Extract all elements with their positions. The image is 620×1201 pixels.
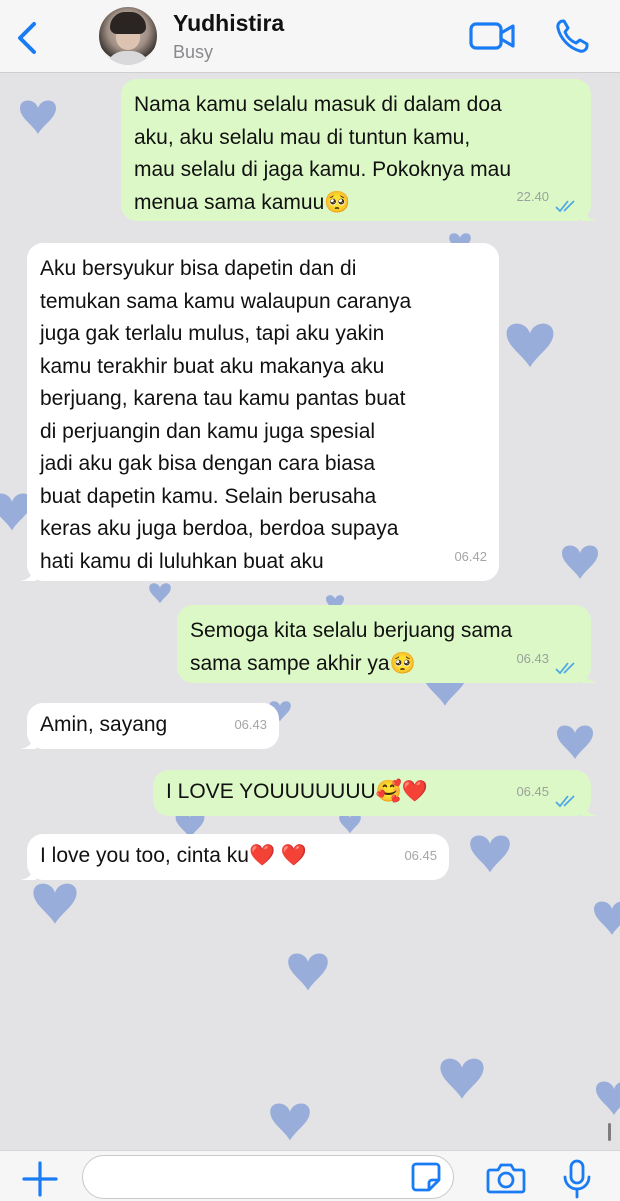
double-check-icon: [555, 795, 575, 808]
message-input-bar: [0, 1150, 620, 1201]
message-text: Nama kamu selalu masuk di dalam doa aku,…: [134, 93, 512, 214]
message-bubble-incoming[interactable]: Amin, sayang 06.43: [20, 703, 279, 749]
double-check-icon: [555, 200, 575, 213]
bubble-tail: [582, 800, 598, 816]
plus-icon[interactable]: [20, 1159, 60, 1199]
message-bubble-outgoing[interactable]: I LOVE YOUUUUUUU🥰❤️ 06.45: [153, 770, 598, 816]
message-bubble-incoming[interactable]: I love you too, cinta ku❤️ ❤️ 06.45: [20, 834, 449, 880]
sticker-icon[interactable]: [410, 1161, 442, 1193]
chat-scrollbar[interactable]: [608, 1123, 611, 1141]
message-bubble-outgoing[interactable]: Nama kamu selalu masuk di dalam doa aku,…: [121, 79, 598, 221]
message-time: 22.40: [516, 188, 549, 204]
message-text: Amin, sayang: [40, 713, 168, 736]
phone-icon[interactable]: [554, 18, 590, 54]
double-check-icon: [555, 662, 575, 675]
message-time: 06.45: [404, 847, 437, 863]
camera-icon[interactable]: [486, 1161, 526, 1195]
bubble-tail: [20, 565, 36, 581]
message-bubble-outgoing[interactable]: Semoga kita selalu berjuang sama sama sa…: [177, 605, 598, 683]
bubble-tail: [20, 733, 36, 749]
message-text: I love you too, cinta ku❤️ ❤️: [40, 844, 308, 867]
chat-header: Yudhistira Busy: [0, 0, 620, 73]
video-camera-icon[interactable]: [468, 18, 516, 54]
bubble-tail: [20, 864, 36, 880]
bubble-tail: [582, 205, 598, 221]
message-time: 06.43: [516, 650, 549, 666]
bubble-tail: [582, 667, 598, 683]
message-bubble-incoming[interactable]: Aku bersyukur bisa dapetin dan di temuka…: [20, 243, 499, 581]
chat-area[interactable]: Nama kamu selalu masuk di dalam doa aku,…: [0, 73, 620, 1150]
microphone-icon[interactable]: [562, 1159, 592, 1199]
message-time: 06.42: [454, 548, 487, 564]
contact-status: Busy: [173, 42, 214, 62]
back-chevron-icon[interactable]: [10, 18, 44, 58]
message-text: Aku bersyukur bisa dapetin dan di temuka…: [40, 257, 412, 573]
message-input[interactable]: [82, 1155, 454, 1199]
contact-avatar[interactable]: [99, 7, 157, 65]
contact-name[interactable]: Yudhistira: [173, 10, 284, 37]
message-time: 06.45: [516, 783, 549, 799]
message-time: 06.43: [234, 716, 267, 732]
